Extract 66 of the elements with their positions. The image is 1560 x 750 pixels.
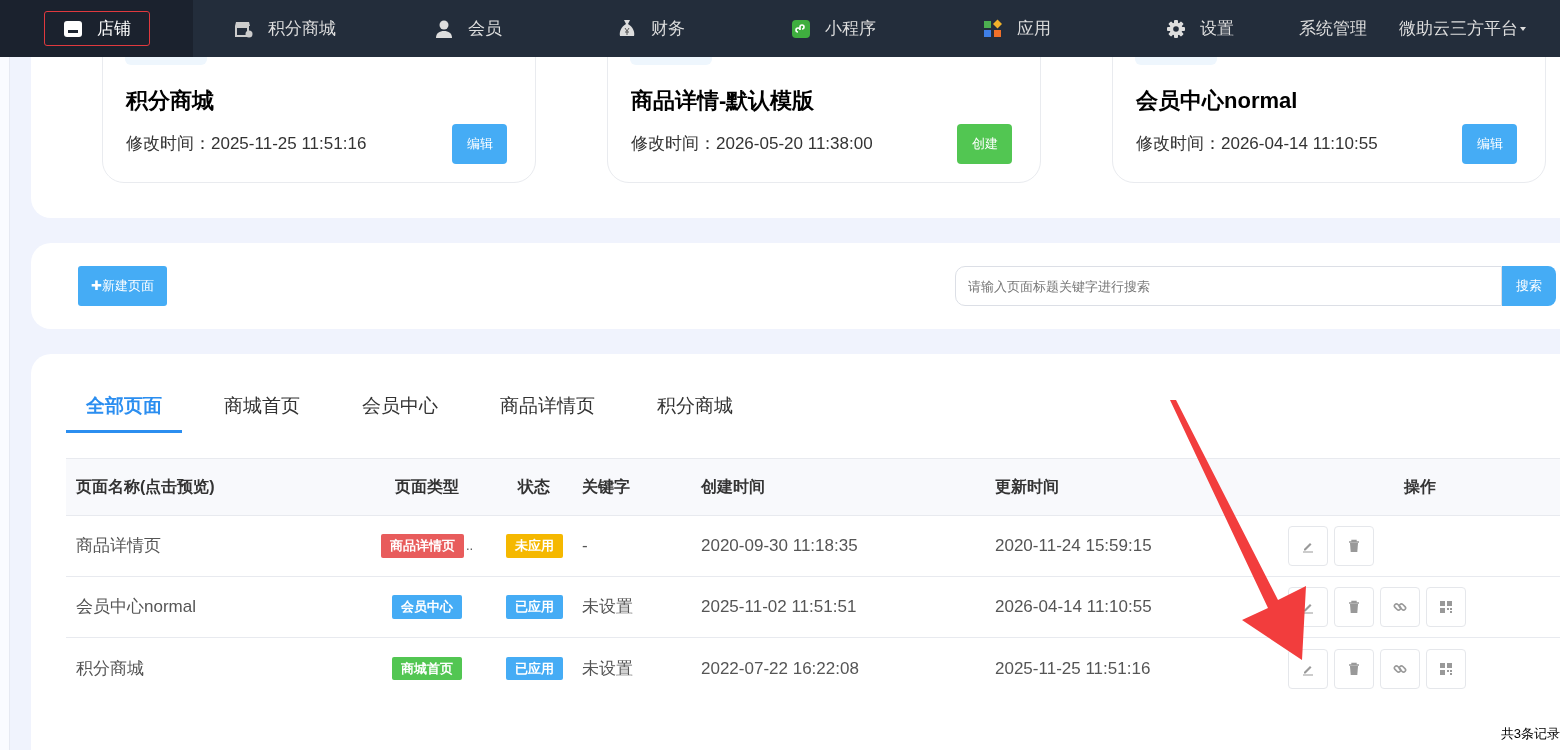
column-header: 更新时间 <box>995 477 1059 497</box>
modified-time: 修改时间：2026-05-20 11:38:00 <box>631 133 873 156</box>
updated-time: 2026-04-14 11:10:55 <box>995 596 1152 619</box>
keyword: 未设置 <box>582 596 633 619</box>
status-tag: 已应用 <box>505 595 563 619</box>
trash-icon <box>1347 600 1361 614</box>
column-header: 页面名称(点击预览) <box>76 477 215 497</box>
qr-code-icon <box>1439 661 1453 676</box>
column-header: 创建时间 <box>701 477 765 497</box>
column-header: 关键字 <box>582 477 630 497</box>
link-icon <box>1393 600 1407 614</box>
page-name[interactable]: 积分商城 <box>76 655 144 682</box>
page-name[interactable]: 会员中心normal <box>76 594 196 620</box>
status-tag: 未应用 <box>505 534 563 558</box>
nav-link[interactable]: 微助云三方平台 <box>1399 15 1526 42</box>
qr-code-icon <box>1439 600 1453 614</box>
trash-icon <box>1347 539 1361 553</box>
created-time: 2022-07-22 16:22:08 <box>701 657 859 680</box>
nav-item[interactable]: 应用 <box>963 11 1070 46</box>
nav-item[interactable]: 会员 <box>414 11 521 46</box>
delete-button[interactable] <box>1334 587 1374 627</box>
delete-button[interactable] <box>1334 526 1374 566</box>
nav-item[interactable]: 小程序 <box>772 11 895 46</box>
search-field[interactable]: 请输入页面标题关键字进行搜索 <box>955 266 1502 306</box>
created-time: 2020-09-30 11:18:35 <box>701 535 858 558</box>
tab[interactable]: 商品详情页 <box>480 382 615 433</box>
user-icon <box>433 18 454 39</box>
type-tag: 商品详情页 <box>380 534 464 558</box>
tab[interactable]: 会员中心 <box>342 382 458 433</box>
tab[interactable]: 商城首页 <box>204 382 320 433</box>
updated-time: 2020-11-24 15:59:15 <box>995 535 1152 558</box>
delete-button[interactable] <box>1334 648 1374 689</box>
updated-time: 2025-11-25 11:51:16 <box>995 657 1151 680</box>
nav-item[interactable]: 财务 <box>597 11 704 46</box>
modified-time: 修改时间：2025-11-25 11:51:16 <box>126 133 367 156</box>
column-header: 页面类型 <box>395 477 459 497</box>
overflow-dots: .. <box>465 537 474 556</box>
keyword: 未设置 <box>582 657 633 680</box>
tab[interactable]: 积分商城 <box>637 382 753 433</box>
status-tag: 已应用 <box>505 656 563 681</box>
created-time: 2025-11-02 11:51:51 <box>701 596 857 619</box>
template-title: 积分商城 <box>126 87 214 115</box>
trash-icon <box>1347 661 1361 676</box>
mini-program-icon <box>791 18 811 39</box>
total-records: 共3条记录 <box>1500 725 1560 743</box>
store-icon <box>62 18 83 39</box>
type-tag: 会员中心 <box>392 595 462 619</box>
modified-time: 修改时间：2026-04-14 11:10:55 <box>1136 133 1378 156</box>
edit-button[interactable] <box>1288 648 1328 689</box>
column-header: 操作 <box>1403 477 1436 497</box>
nav-item[interactable]: 积分商城 <box>214 11 355 46</box>
template-title: 会员中心normal <box>1136 87 1298 115</box>
edit-button[interactable] <box>1288 526 1328 566</box>
nav-item[interactable]: 设置 <box>1146 11 1253 46</box>
type-tag: 商城首页 <box>392 656 462 681</box>
keyword: - <box>582 535 588 558</box>
column-header: 状态 <box>518 477 550 497</box>
link-button[interactable] <box>1380 587 1420 627</box>
nav-link[interactable]: 系统管理 <box>1299 15 1367 42</box>
template-title: 商品详情-默认模版 <box>631 87 815 115</box>
nav-item[interactable]: 店铺 <box>43 11 150 46</box>
qr-code-button[interactable] <box>1426 587 1466 627</box>
page-name[interactable]: 商品详情页 <box>76 533 161 559</box>
apps-icon <box>982 18 1003 39</box>
link-button[interactable] <box>1380 648 1420 689</box>
qr-code-button[interactable] <box>1426 648 1466 689</box>
